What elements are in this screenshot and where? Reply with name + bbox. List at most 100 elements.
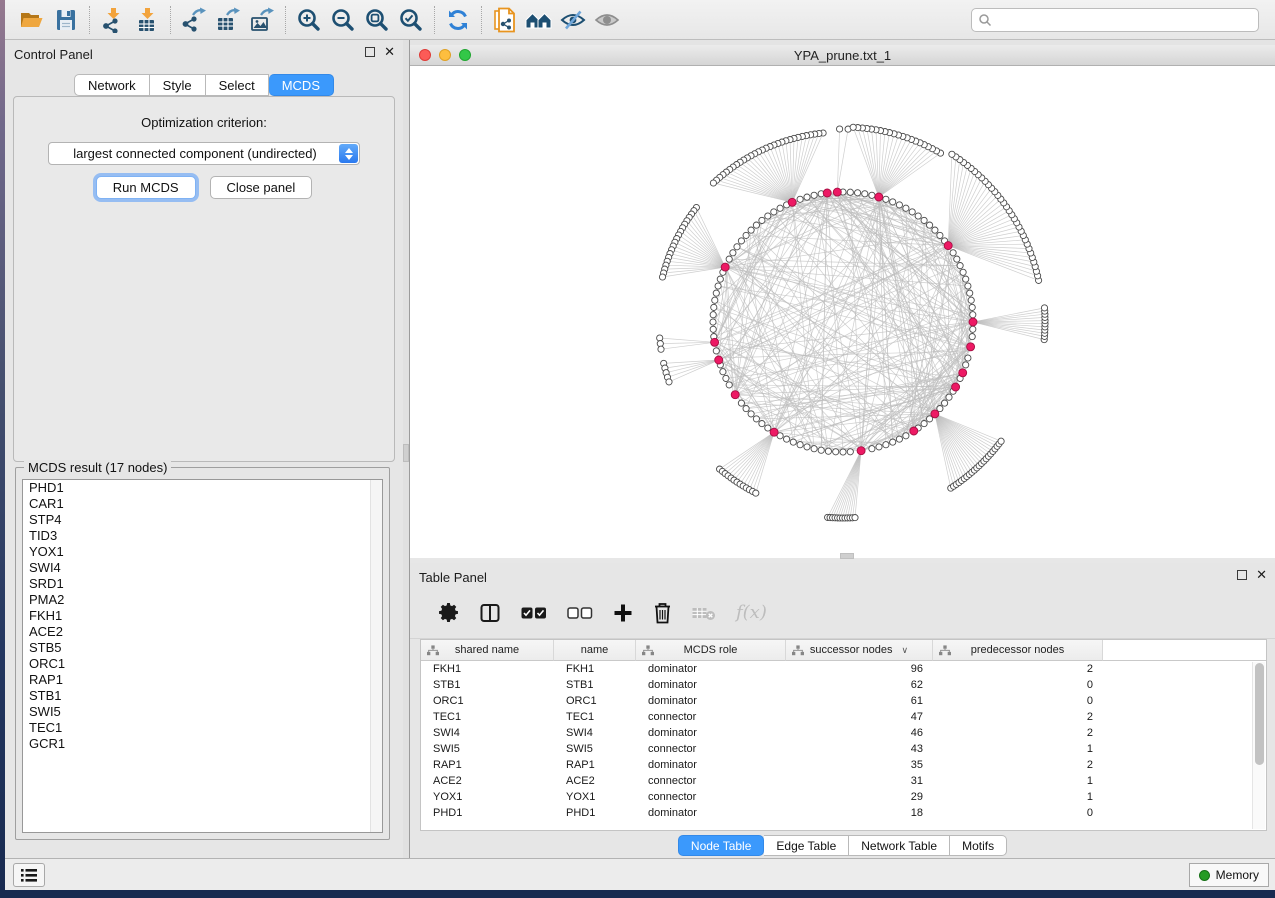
mcds-result-item[interactable]: SRD1	[23, 576, 382, 592]
mcds-result-item[interactable]: SWI5	[23, 704, 382, 720]
table-scrollbar-thumb[interactable]	[1255, 663, 1264, 765]
zoom-out-button[interactable]	[326, 5, 360, 35]
table-cell[interactable]: PHD1	[421, 805, 554, 821]
zoom-in-button[interactable]	[292, 5, 326, 35]
table-cell[interactable]: dominator	[636, 677, 786, 693]
table-cell[interactable]: SWI4	[421, 725, 554, 741]
mcds-result-item[interactable]: ACE2	[23, 624, 382, 640]
float-table-panel-icon[interactable]	[1237, 570, 1247, 580]
export-table-button[interactable]	[211, 5, 245, 35]
tab-edge-table[interactable]: Edge Table	[764, 835, 849, 856]
table-row[interactable]: TEC1TEC1connector472	[421, 709, 1266, 725]
mcds-result-item[interactable]: TID3	[23, 528, 382, 544]
table-cell[interactable]: TEC1	[421, 709, 554, 725]
table-row[interactable]: SWI5SWI5connector431	[421, 741, 1266, 757]
open-session-button[interactable]	[15, 5, 49, 35]
show-all-button[interactable]	[590, 5, 624, 35]
run-mcds-button[interactable]: Run MCDS	[96, 176, 196, 199]
mcds-result-item[interactable]: STB5	[23, 640, 382, 656]
mcds-result-item[interactable]: STP4	[23, 512, 382, 528]
mcds-result-item[interactable]: PMA2	[23, 592, 382, 608]
table-cell[interactable]: ACE2	[421, 773, 554, 789]
table-cell[interactable]: connector	[636, 773, 786, 789]
network-canvas[interactable]	[410, 66, 1275, 558]
float-panel-icon[interactable]	[365, 47, 375, 57]
table-cell[interactable]: connector	[636, 789, 786, 805]
table-cell[interactable]: connector	[636, 741, 786, 757]
table-cell[interactable]: 2	[933, 725, 1103, 741]
network-graph[interactable]	[410, 66, 1275, 558]
table-row[interactable]: FKH1FKH1dominator962	[421, 661, 1266, 677]
close-panel-button[interactable]: Close panel	[210, 176, 313, 199]
table-cell[interactable]: FKH1	[421, 661, 554, 677]
table-row[interactable]: STB1STB1dominator620	[421, 677, 1266, 693]
table-cell[interactable]: SWI5	[421, 741, 554, 757]
mcds-result-item[interactable]: ORC1	[23, 656, 382, 672]
mcds-result-item[interactable]: CAR1	[23, 496, 382, 512]
table-cell[interactable]: 2	[933, 709, 1103, 725]
table-cell[interactable]: YOX1	[554, 789, 636, 805]
mcds-result-item[interactable]: STB1	[23, 688, 382, 704]
import-table-button[interactable]	[130, 5, 164, 35]
tab-network[interactable]: Network	[74, 74, 150, 96]
table-cell[interactable]: 1	[933, 773, 1103, 789]
search-field[interactable]	[971, 8, 1259, 32]
tab-node-table[interactable]: Node Table	[678, 835, 765, 856]
hide-selected-button[interactable]	[556, 5, 590, 35]
table-cell[interactable]: 96	[786, 661, 933, 677]
table-cell[interactable]: 62	[786, 677, 933, 693]
close-table-panel-icon[interactable]: ✕	[1256, 570, 1267, 580]
table-cell[interactable]: SWI5	[554, 741, 636, 757]
table-cell[interactable]: 0	[933, 693, 1103, 709]
zoom-fit-button[interactable]	[360, 5, 394, 35]
zoom-selected-button[interactable]	[394, 5, 428, 35]
mcds-result-list[interactable]: PHD1CAR1STP4TID3YOX1SWI4SRD1PMA2FKH1ACE2…	[22, 479, 383, 833]
table-row[interactable]: PHD1PHD1dominator180	[421, 805, 1266, 821]
select-all-button[interactable]	[521, 600, 547, 626]
table-cell[interactable]: 35	[786, 757, 933, 773]
delete-table-button[interactable]	[692, 600, 716, 626]
tab-style[interactable]: Style	[150, 74, 206, 96]
table-cell[interactable]: 31	[786, 773, 933, 789]
table-cell[interactable]: 61	[786, 693, 933, 709]
table-cell[interactable]: RAP1	[554, 757, 636, 773]
export-image-button[interactable]	[245, 5, 279, 35]
save-session-button[interactable]	[49, 5, 83, 35]
table-cell[interactable]: TEC1	[554, 709, 636, 725]
table-cell[interactable]: 0	[933, 805, 1103, 821]
table-row[interactable]: ACE2ACE2connector311	[421, 773, 1266, 789]
mcds-list-scrollbar[interactable]	[370, 480, 382, 832]
tab-mcds[interactable]: MCDS	[269, 74, 334, 96]
table-cell[interactable]: 47	[786, 709, 933, 725]
delete-column-button[interactable]	[653, 600, 672, 626]
criterion-dropdown[interactable]: largest connected component (undirected)	[48, 142, 360, 165]
table-cell[interactable]: 2	[933, 661, 1103, 677]
mcds-result-item[interactable]: SWI4	[23, 560, 382, 576]
table-cell[interactable]: PHD1	[554, 805, 636, 821]
table-cell[interactable]: dominator	[636, 757, 786, 773]
table-cell[interactable]: RAP1	[421, 757, 554, 773]
table-cell[interactable]: 1	[933, 789, 1103, 805]
tab-network-table[interactable]: Network Table	[849, 835, 950, 856]
function-builder-button[interactable]: f(x)	[736, 600, 767, 626]
column-header-mcds-role[interactable]: MCDS role	[636, 640, 786, 661]
first-neighbors-button[interactable]	[522, 5, 556, 35]
table-cell[interactable]: 46	[786, 725, 933, 741]
network-window-titlebar[interactable]: YPA_prune.txt_1	[410, 45, 1275, 66]
table-cell[interactable]: 43	[786, 741, 933, 757]
table-mode-gear-button[interactable]	[438, 600, 459, 626]
vertical-splitter[interactable]	[403, 40, 410, 858]
table-cell[interactable]: 1	[933, 741, 1103, 757]
table-cell[interactable]: SWI4	[554, 725, 636, 741]
tab-select[interactable]: Select	[206, 74, 269, 96]
new-network-from-selection-button[interactable]	[488, 5, 522, 35]
table-cell[interactable]: 29	[786, 789, 933, 805]
close-panel-icon[interactable]: ✕	[384, 47, 395, 57]
column-header-successor-nodes[interactable]: successor nodes ∨	[786, 640, 933, 661]
table-row[interactable]: SWI4SWI4dominator462	[421, 725, 1266, 741]
table-cell[interactable]: dominator	[636, 805, 786, 821]
mcds-result-item[interactable]: PHD1	[23, 480, 382, 496]
table-cell[interactable]: dominator	[636, 661, 786, 677]
mcds-result-item[interactable]: RAP1	[23, 672, 382, 688]
search-input[interactable]	[992, 12, 1252, 28]
